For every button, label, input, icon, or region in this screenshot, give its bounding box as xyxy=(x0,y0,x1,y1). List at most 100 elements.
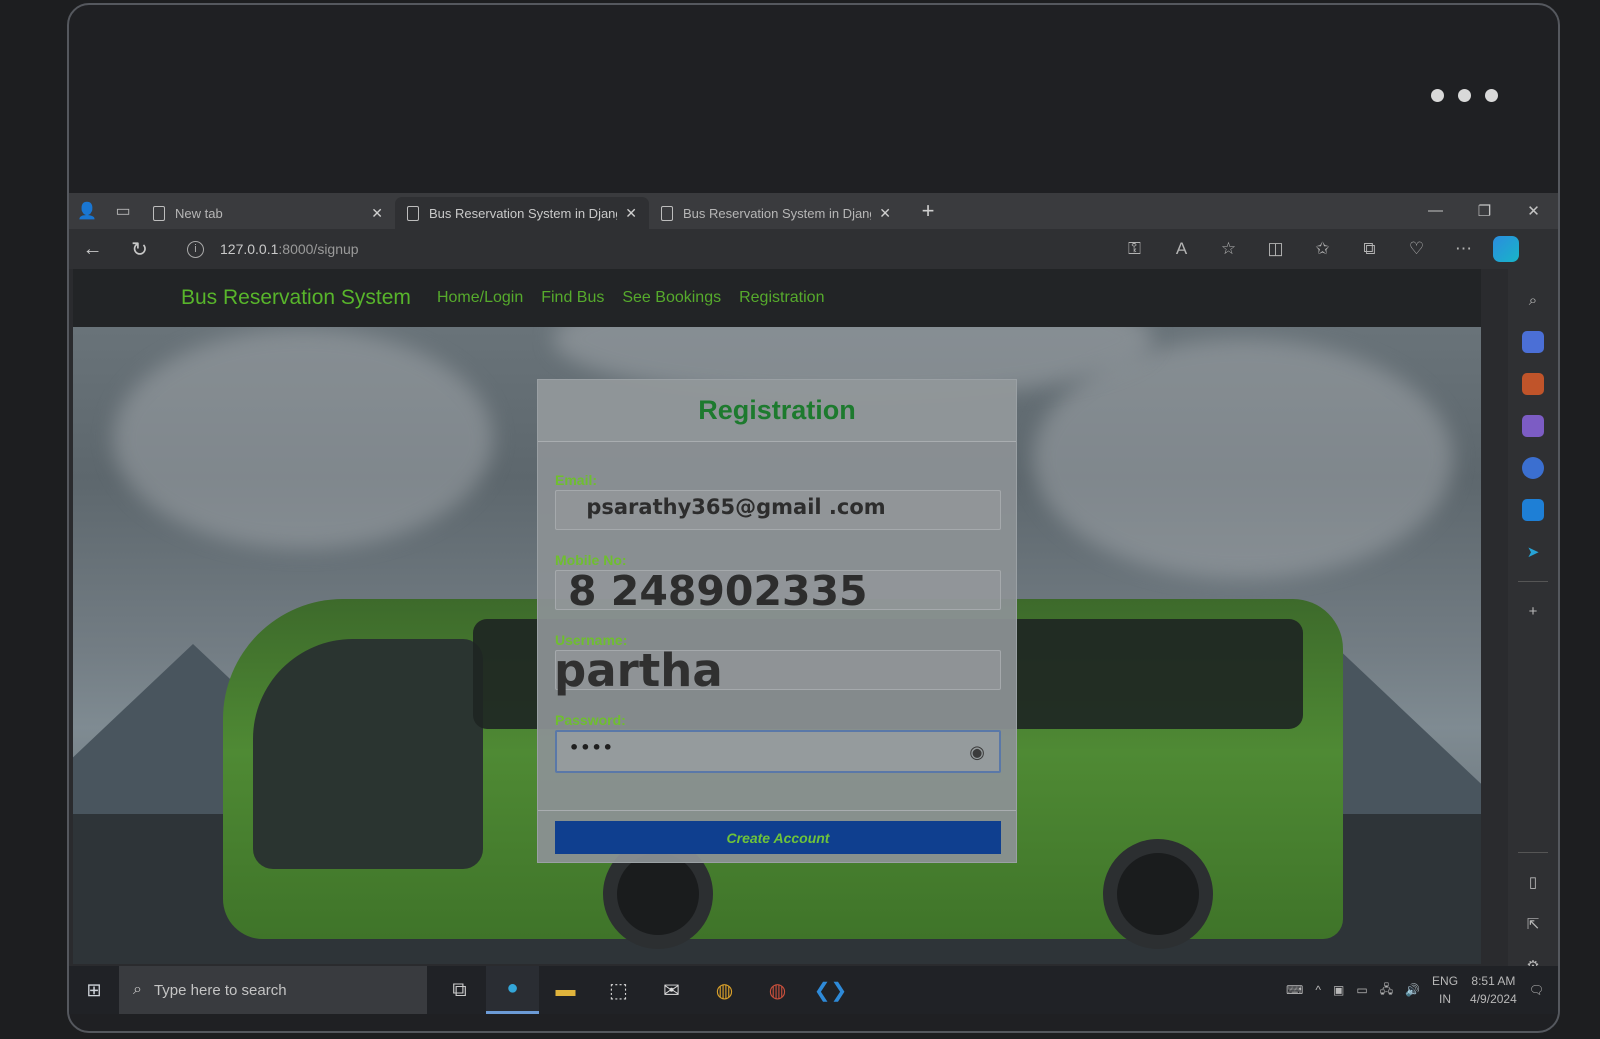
taskbar-search[interactable]: ⌕ Type here to search xyxy=(119,966,427,1014)
device-frame: 👤 ▭ New tab ✕ Bus Reservation System in … xyxy=(67,3,1560,1033)
nav-see-bookings[interactable]: See Bookings xyxy=(622,289,721,307)
language-indicator[interactable]: ENG IN xyxy=(1432,972,1458,1008)
search-placeholder: Type here to search xyxy=(153,981,287,999)
read-aloud-icon[interactable]: A xyxy=(1158,239,1205,259)
mobile-label: Mobile No: xyxy=(555,552,627,568)
restore-icon[interactable]: ❐ xyxy=(1460,202,1509,220)
cloud-shape xyxy=(1033,339,1453,579)
email-field[interactable]: psarathy365@gmail .com xyxy=(555,490,1001,530)
external-link-icon[interactable]: ⇱ xyxy=(1522,913,1544,935)
taskbar-apps: ⧉ ● ▬ ⬚ ✉ ◍ ◍ ❮❯ xyxy=(433,966,857,1014)
split-screen-icon[interactable]: ◫ xyxy=(1252,239,1299,259)
extensions-icon[interactable]: ♡ xyxy=(1393,239,1440,259)
tab-title: Bus Reservation System in Djang xyxy=(683,205,872,221)
add-icon[interactable]: + xyxy=(1522,600,1544,622)
browser-window: 👤 ▭ New tab ✕ Bus Reservation System in … xyxy=(69,193,1558,989)
tab-new-tab[interactable]: New tab ✕ xyxy=(141,197,395,229)
site-info-icon[interactable]: i xyxy=(187,240,204,258)
keyboard-icon[interactable]: ⌨ xyxy=(1286,983,1303,997)
battery-icon[interactable]: ▭ xyxy=(1356,983,1367,997)
toolbox-icon[interactable] xyxy=(1522,373,1544,395)
nav-registration[interactable]: Registration xyxy=(739,289,824,307)
chevron-up-icon[interactable]: ^ xyxy=(1315,983,1321,997)
mobile-value: 8 248902335 xyxy=(568,567,868,615)
toolbar-icons: ⚿ A ☆ ◫ ✩ ⧉ ♡ ⋯ xyxy=(1111,239,1487,259)
vscode-icon[interactable]: ❮❯ xyxy=(804,966,857,1014)
task-view-icon[interactable]: ⧉ xyxy=(433,966,486,1014)
username-field[interactable]: partha xyxy=(554,644,1001,697)
settings-more-icon[interactable]: ⋯ xyxy=(1440,239,1487,259)
eye-icon[interactable]: ◉ xyxy=(969,742,985,763)
password-label: Password: xyxy=(555,712,626,728)
close-tab-icon[interactable]: ✕ xyxy=(879,205,891,222)
page-viewport: Bus Reservation System Home/Login Find B… xyxy=(73,269,1481,964)
file-explorer-icon[interactable]: ▬ xyxy=(539,966,592,1014)
system-tray: ⌨ ^ ▣ ▭ 🖧 🔊 ENG IN 8:51 AM 4/9/2024 🗨 xyxy=(1286,972,1558,1008)
mobile-field[interactable]: 8 248902335 xyxy=(555,567,1001,615)
email-label: Email: xyxy=(555,472,598,488)
tab-bus-reservation-active[interactable]: Bus Reservation System in Djang ✕ xyxy=(395,197,649,229)
tag-icon[interactable] xyxy=(1522,331,1544,353)
volume-icon[interactable]: 🔊 xyxy=(1405,983,1420,997)
edge-sidebar: ⌕ ➤ + ▯ ⇱ ⚙ xyxy=(1508,269,1558,989)
favorites-icon[interactable]: ✩ xyxy=(1299,239,1346,259)
favorite-star-icon[interactable]: ☆ xyxy=(1205,239,1252,259)
windows-start-icon[interactable]: ⊞ xyxy=(69,980,119,1001)
close-window-icon[interactable]: ✕ xyxy=(1509,202,1558,220)
games-icon[interactable] xyxy=(1522,415,1544,437)
new-tab-button[interactable]: + xyxy=(913,198,943,224)
site-navbar: Bus Reservation System Home/Login Find B… xyxy=(73,269,1481,327)
network-icon[interactable]: 🖧 xyxy=(1380,980,1393,1001)
address-bar-row: ← ↻ i 127.0.0.1 :8000/signup ⚿ A ☆ ◫ ✩ ⧉… xyxy=(69,229,1558,269)
page-icon xyxy=(661,205,673,221)
profile-icon[interactable]: 👤 xyxy=(69,193,105,229)
tab-title: Bus Reservation System in Djang xyxy=(429,205,618,221)
create-account-button[interactable]: Create Account xyxy=(555,821,1001,854)
card-footer: Create Account xyxy=(538,810,1016,862)
more-options-icon[interactable] xyxy=(1431,89,1498,102)
chrome-profile-icon[interactable]: ◍ xyxy=(751,966,804,1014)
key-icon[interactable]: ⚿ xyxy=(1111,239,1158,259)
bus-wheel xyxy=(1103,839,1213,949)
region-text: IN xyxy=(1439,992,1452,1006)
tab-bus-reservation[interactable]: Bus Reservation System in Djang ✕ xyxy=(649,197,903,229)
back-icon[interactable]: ← xyxy=(69,238,116,261)
page-icon xyxy=(407,205,419,221)
chrome-icon[interactable]: ◍ xyxy=(698,966,751,1014)
nav-find-bus[interactable]: Find Bus xyxy=(541,289,604,307)
registration-form: Email: psarathy365@gmail .com Mobile No:… xyxy=(538,442,1016,773)
mail-icon[interactable]: ✉ xyxy=(645,966,698,1014)
windows-taskbar: ⊞ ⌕ Type here to search ⧉ ● ▬ ⬚ ✉ ◍ ◍ ❮❯… xyxy=(69,966,1558,1014)
tab-actions-icon[interactable]: ▭ xyxy=(105,193,141,229)
url-host: 127.0.0.1 xyxy=(220,241,279,257)
notifications-icon[interactable]: 🗨 xyxy=(1529,983,1544,997)
meet-icon[interactable]: ▣ xyxy=(1333,983,1344,997)
date-text: 4/9/2024 xyxy=(1470,992,1517,1006)
search-icon[interactable]: ⌕ xyxy=(1522,289,1544,311)
outlook-icon[interactable] xyxy=(1522,499,1544,521)
copilot-icon[interactable] xyxy=(1493,236,1519,262)
nav-home-login[interactable]: Home/Login xyxy=(437,289,523,307)
page-icon xyxy=(153,205,165,221)
lang-text: ENG xyxy=(1432,974,1459,988)
site-brand[interactable]: Bus Reservation System xyxy=(181,286,411,310)
time-text: 8:51 AM xyxy=(1471,974,1516,988)
username-value: partha xyxy=(554,644,723,697)
collections-icon[interactable]: ⧉ xyxy=(1346,239,1393,259)
address-bar[interactable]: i 127.0.0.1 :8000/signup xyxy=(173,234,1103,264)
close-tab-icon[interactable]: ✕ xyxy=(371,205,383,222)
clock[interactable]: 8:51 AM 4/9/2024 xyxy=(1470,972,1517,1008)
close-tab-icon[interactable]: ✕ xyxy=(625,205,637,222)
minimize-icon[interactable]: — xyxy=(1411,202,1460,220)
store-icon[interactable]: ⬚ xyxy=(592,966,645,1014)
edge-icon[interactable]: ● xyxy=(486,966,539,1014)
tab-bar: 👤 ▭ New tab ✕ Bus Reservation System in … xyxy=(69,193,1558,229)
office-icon[interactable] xyxy=(1522,457,1544,479)
url-path: :8000/signup xyxy=(278,241,359,257)
password-field[interactable]: •••• ◉ xyxy=(555,730,1001,773)
sidebar-toggle-icon[interactable]: ▯ xyxy=(1522,871,1544,893)
refresh-icon[interactable]: ↻ xyxy=(116,237,163,262)
page-title: Registration xyxy=(698,395,856,425)
registration-card: Registration Email: psarathy365@gmail .c… xyxy=(537,379,1017,863)
send-icon[interactable]: ➤ xyxy=(1522,541,1544,563)
